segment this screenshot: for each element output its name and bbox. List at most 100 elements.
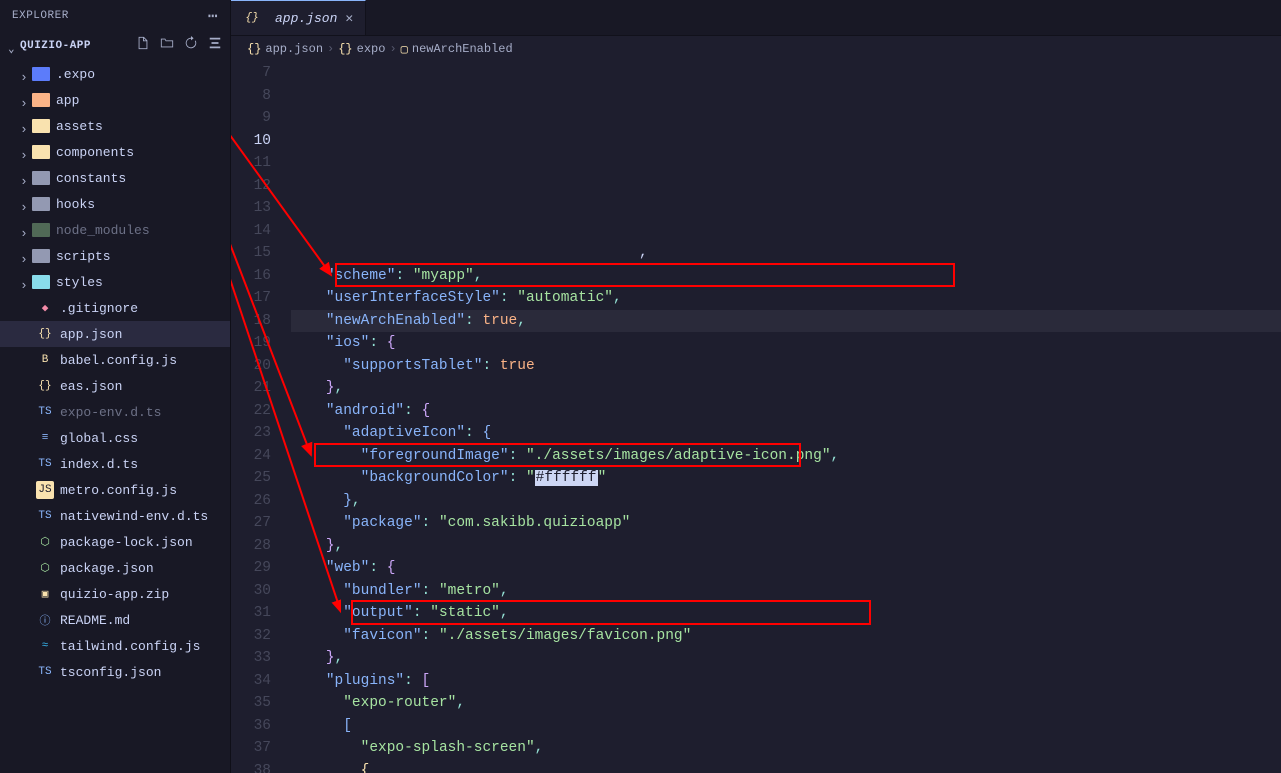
file-item[interactable]: TSexpo-env.d.ts: [0, 399, 230, 425]
code-line[interactable]: "package": "com.sakibb.quizioapp": [291, 512, 1281, 535]
folder-label: .expo: [56, 67, 95, 82]
file-item[interactable]: ⬡package.json: [0, 555, 230, 581]
line-number: 31: [231, 602, 271, 625]
line-number: 35: [231, 692, 271, 715]
editor[interactable]: 7891011121314151617181920212223242526272…: [231, 62, 1281, 773]
line-number: 11: [231, 152, 271, 175]
line-number: 16: [231, 265, 271, 288]
folder-item[interactable]: components: [0, 139, 230, 165]
project-name: QUIZIO-APP: [20, 40, 91, 52]
new-folder-icon[interactable]: [160, 36, 174, 55]
code-line[interactable]: "foregroundImage": "./assets/images/adap…: [291, 445, 1281, 468]
folder-item[interactable]: hooks: [0, 191, 230, 217]
chevron-right-icon: [20, 252, 28, 260]
folder-item[interactable]: node_modules: [0, 217, 230, 243]
code-line[interactable]: "expo-splash-screen",: [291, 737, 1281, 760]
line-number: 34: [231, 670, 271, 693]
file-item[interactable]: TSnativewind-env.d.ts: [0, 503, 230, 529]
project-header[interactable]: QUIZIO-APP: [0, 32, 230, 59]
file-item[interactable]: TS index.d.ts: [0, 451, 230, 477]
tab-app-json[interactable]: {} app.json ✕: [231, 0, 366, 35]
file-item[interactable]: JSmetro.config.js: [0, 477, 230, 503]
file-item[interactable]: ≡ global.css: [0, 425, 230, 451]
file-item[interactable]: Bbabel.config.js: [0, 347, 230, 373]
code-line[interactable]: "web": {: [291, 557, 1281, 580]
folder-item[interactable]: .expo: [0, 61, 230, 87]
file-item[interactable]: {}eas.json: [0, 373, 230, 399]
breadcrumb-part[interactable]: expo: [357, 42, 386, 56]
breadcrumb[interactable]: {}app.json›{}expo›▢newArchEnabled: [231, 36, 1281, 62]
chevron-right-icon: [20, 122, 28, 130]
line-number: 37: [231, 737, 271, 760]
breadcrumb-part[interactable]: newArchEnabled: [412, 42, 513, 56]
code-line[interactable]: "output": "static",: [291, 602, 1281, 625]
line-number: 33: [231, 647, 271, 670]
file-label: babel.config.js: [60, 353, 177, 368]
file-label: nativewind-env.d.ts: [60, 509, 208, 524]
breadcrumb-part[interactable]: app.json: [265, 42, 323, 56]
sidebar: EXPLORER ⋯ QUIZIO-APP .expoappassetscomp…: [0, 0, 231, 773]
folder-icon: [32, 93, 50, 107]
breadcrumb-icon: ▢: [401, 42, 408, 57]
folder-item[interactable]: constants: [0, 165, 230, 191]
folder-label: hooks: [56, 197, 95, 212]
folder-item[interactable]: app: [0, 87, 230, 113]
file-tree: .expo appassetscomponents constants hooks no…: [0, 59, 230, 773]
file-icon: ≡: [36, 429, 54, 447]
code-line[interactable]: "bundler": "metro",: [291, 580, 1281, 603]
code-line[interactable]: ,: [291, 242, 1281, 265]
code-line[interactable]: "userInterfaceStyle": "automatic",: [291, 287, 1281, 310]
breadcrumb-icon: {}: [338, 42, 352, 56]
code-line[interactable]: "backgroundColor": "#ffffff": [291, 467, 1281, 490]
file-label: index.d.ts: [60, 457, 138, 472]
file-item[interactable]: ≈tailwind.config.js: [0, 633, 230, 659]
code-line[interactable]: "favicon": "./assets/images/favicon.png": [291, 625, 1281, 648]
file-icon: TS: [36, 455, 54, 473]
folder-item[interactable]: styles: [0, 269, 230, 295]
line-number: 12: [231, 175, 271, 198]
code-content[interactable]: , "scheme": "myapp", "userInterfaceStyle…: [291, 62, 1281, 773]
file-label: global.css: [60, 431, 138, 446]
folder-label: constants: [56, 171, 126, 186]
code-line[interactable]: "newArchEnabled": true,: [291, 310, 1281, 333]
file-item[interactable]: TStsconfig.json: [0, 659, 230, 685]
line-number: 7: [231, 62, 271, 85]
close-icon[interactable]: ✕: [345, 11, 353, 26]
new-file-icon[interactable]: [136, 36, 150, 55]
code-line[interactable]: [: [291, 715, 1281, 738]
code-line[interactable]: "ios": {: [291, 332, 1281, 355]
file-item[interactable]: {}app.json: [0, 321, 230, 347]
folder-item[interactable]: scripts: [0, 243, 230, 269]
code-line[interactable]: },: [291, 377, 1281, 400]
file-item[interactable]: ⬡package-lock.json: [0, 529, 230, 555]
code-line[interactable]: "adaptiveIcon": {: [291, 422, 1281, 445]
code-line[interactable]: "expo-router",: [291, 692, 1281, 715]
project-actions: [136, 36, 222, 55]
code-line[interactable]: },: [291, 647, 1281, 670]
code-line[interactable]: "supportsTablet": true: [291, 355, 1281, 378]
code-line[interactable]: },: [291, 490, 1281, 513]
code-line[interactable]: },: [291, 535, 1281, 558]
line-number: 19: [231, 332, 271, 355]
file-item[interactable]: ⓘREADME.md: [0, 607, 230, 633]
code-line[interactable]: {: [291, 760, 1281, 773]
folder-item[interactable]: assets: [0, 113, 230, 139]
code-line[interactable]: "android": {: [291, 400, 1281, 423]
file-icon: ▣: [36, 585, 54, 603]
more-icon[interactable]: ⋯: [208, 6, 218, 26]
file-item[interactable]: ◆.gitignore: [0, 295, 230, 321]
line-number: 25: [231, 467, 271, 490]
refresh-icon[interactable]: [184, 36, 198, 55]
editor-area: {} app.json ✕ {}app.json›{}expo›▢newArch…: [231, 0, 1281, 773]
file-item[interactable]: ▣quizio-app.zip: [0, 581, 230, 607]
file-label: expo-env.d.ts: [60, 405, 161, 420]
line-number: 27: [231, 512, 271, 535]
gutter: 7891011121314151617181920212223242526272…: [231, 62, 291, 773]
tabs: {} app.json ✕: [231, 0, 1281, 36]
code-line[interactable]: "scheme": "myapp",: [291, 265, 1281, 288]
code-line[interactable]: "plugins": [: [291, 670, 1281, 693]
chevron-right-icon: [20, 174, 28, 182]
file-icon: ⓘ: [36, 611, 54, 629]
line-number: 20: [231, 355, 271, 378]
collapse-icon[interactable]: [208, 36, 222, 55]
